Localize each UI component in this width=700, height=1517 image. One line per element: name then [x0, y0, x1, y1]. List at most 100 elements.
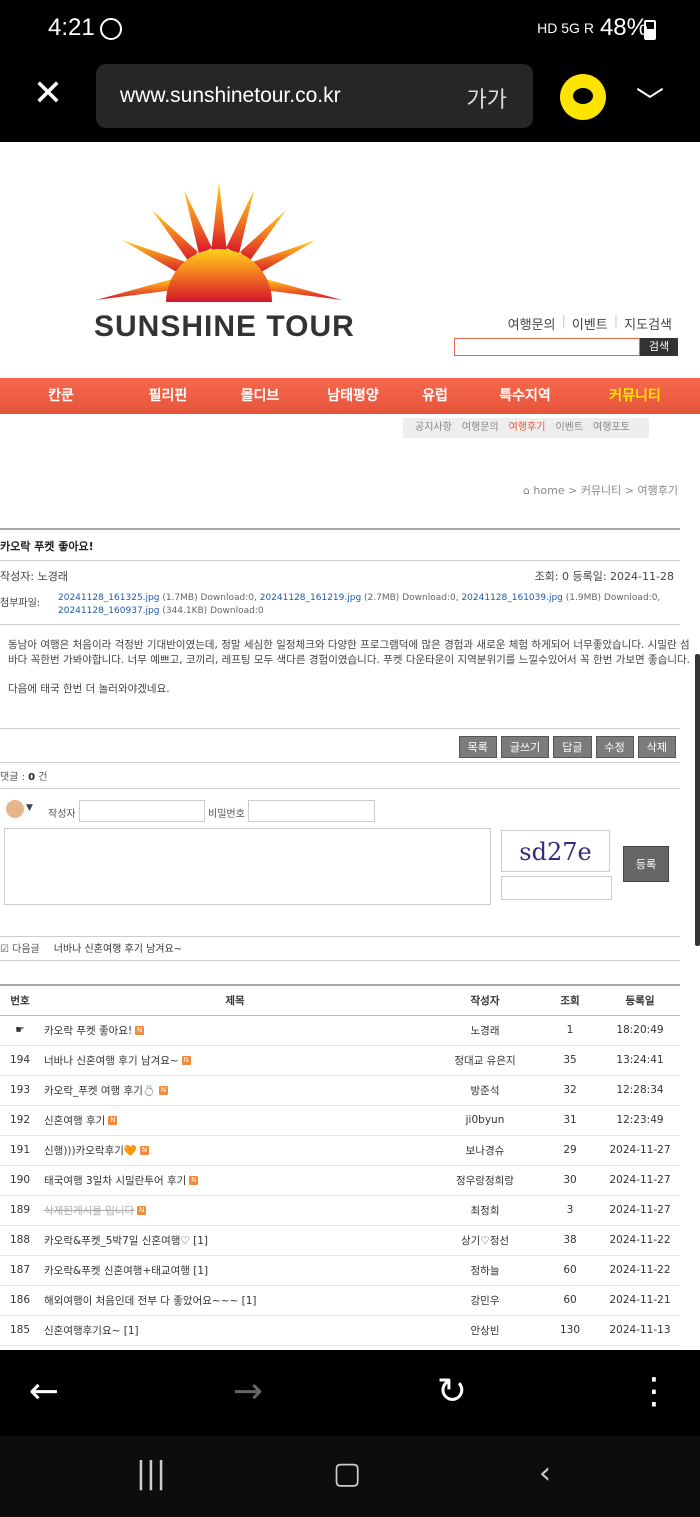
- table-row[interactable]: 186 해외여행이 처음인데 전부 다 좋았어요~~~ [1] 강민우 60 2024-…: [0, 1285, 680, 1316]
- col-date: 등록일: [600, 985, 680, 1016]
- subnav-photo[interactable]: 여행포토: [593, 418, 630, 438]
- table-row[interactable]: 191 신행)))카오락후기🧡 N 보나경슈 29 2024-11-27: [0, 1135, 680, 1166]
- row-title[interactable]: 너바나 신혼여행 후기 남겨요~ N: [40, 1045, 430, 1076]
- row-views: 35: [540, 1045, 600, 1076]
- row-title-text[interactable]: 카오락 푸켓 좋아요!: [44, 1025, 132, 1037]
- row-title[interactable]: 신혼여행 후기 N: [40, 1105, 430, 1136]
- table-row[interactable]: ☛ 카오락 푸켓 좋아요! N 노경래 1 18:20:49: [0, 1015, 680, 1046]
- row-writer: 정하늘: [430, 1255, 540, 1286]
- table-row[interactable]: 193 카오락_푸켓 여행 후기💍 N 방준석 32 12:28:34: [0, 1075, 680, 1106]
- table-row[interactable]: 185 신혼여행후기요~ [1] 안상빈 130 2024-11-13: [0, 1315, 680, 1346]
- comment-password-input[interactable]: [248, 800, 375, 822]
- row-number: 194: [0, 1045, 40, 1076]
- attachment-link[interactable]: 20241128_161219.jpg: [260, 593, 361, 603]
- table-row[interactable]: 189 삭제된게시물 입니다 N 최정희 3 2024-11-27: [0, 1195, 680, 1226]
- attachment-size: (1.7MB): [162, 593, 198, 603]
- captcha-input[interactable]: [501, 876, 612, 900]
- write-button[interactable]: 글쓰기: [500, 736, 550, 758]
- kakao-chat-icon[interactable]: [560, 74, 606, 120]
- row-views: 30: [540, 1165, 600, 1196]
- nav-item-maldives[interactable]: 몰디브: [214, 378, 306, 414]
- row-number: 185: [0, 1315, 40, 1346]
- row-title-text[interactable]: 신혼여행 후기: [44, 1115, 105, 1127]
- edit-button[interactable]: 수정: [595, 736, 634, 758]
- text-size-button[interactable]: 가가: [467, 82, 507, 114]
- nav-item-philippines[interactable]: 필리핀: [122, 378, 214, 414]
- row-title[interactable]: 카오락&푸켓 신혼여행+태교여행 [1]: [40, 1255, 430, 1286]
- attachment-downloads: Download:0: [210, 606, 264, 616]
- row-number: 191: [0, 1135, 40, 1166]
- top-link-map[interactable]: 지도검색: [624, 314, 672, 333]
- row-title-text[interactable]: 카오락&푸켓_5박7일 신혼여행♡ [1]: [44, 1235, 208, 1247]
- subnav-event[interactable]: 이벤트: [555, 418, 583, 438]
- next-post-label-text: 다음글: [12, 944, 40, 955]
- breadcrumb-text: home > 커뮤니티 > 여행후기: [533, 484, 678, 497]
- table-row[interactable]: 187 카오락&푸켓 신혼여행+태교여행 [1] 정하늘 60 2024-11-22: [0, 1255, 680, 1286]
- home-button-icon[interactable]: ▢: [322, 1456, 372, 1491]
- row-title-text[interactable]: 카오락_푸켓 여행 후기💍: [44, 1085, 156, 1097]
- row-title[interactable]: 신행)))카오락후기🧡 N: [40, 1135, 430, 1166]
- attachment-downloads: Download:0,: [402, 593, 459, 603]
- row-title-text[interactable]: 카오락&푸켓 신혼여행+태교여행 [1]: [44, 1265, 208, 1277]
- attachment-link[interactable]: 20241128_160937.jpg: [58, 606, 159, 616]
- address-bar[interactable]: www.sunshinetour.co.kr 가가: [96, 64, 533, 128]
- top-link-inquiry[interactable]: 여행문의: [508, 314, 556, 333]
- scrollbar-thumb[interactable]: [695, 654, 700, 946]
- system-back-icon[interactable]: ‹: [520, 1456, 570, 1491]
- nav-item-special[interactable]: 특수지역: [470, 378, 580, 414]
- subnav-review[interactable]: 여행후기: [509, 418, 546, 438]
- row-title-text[interactable]: 신행)))카오락후기🧡: [44, 1145, 137, 1157]
- row-title-text[interactable]: 너바나 신혼여행 후기 남겨요~: [44, 1055, 179, 1067]
- browser-toolbar: ✕ www.sunshinetour.co.kr 가가 ﹀: [0, 62, 700, 142]
- next-post[interactable]: ☑ 다음글 너바나 신혼여행 후기 남겨요~: [0, 940, 182, 955]
- table-row[interactable]: 188 카오락&푸켓_5박7일 신혼여행♡ [1] 상기♡정선 38 2024-11-2…: [0, 1225, 680, 1256]
- row-title[interactable]: 카오락 푸켓 좋아요! N: [40, 1015, 430, 1046]
- col-writer: 작성자: [430, 985, 540, 1016]
- subnav-inquiry[interactable]: 여행문의: [462, 418, 499, 438]
- attachment-link[interactable]: 20241128_161039.jpg: [461, 593, 562, 603]
- row-title[interactable]: 카오락&푸켓_5박7일 신혼여행♡ [1]: [40, 1225, 430, 1256]
- nav-item-cancun[interactable]: 칸쿤: [0, 378, 122, 414]
- row-title[interactable]: 카오락_푸켓 여행 후기💍 N: [40, 1075, 430, 1106]
- row-title-text[interactable]: 신혼여행후기요~ [1]: [44, 1325, 139, 1337]
- top-link-event[interactable]: 이벤트: [572, 314, 608, 333]
- row-title[interactable]: 삭제된게시물 입니다 N: [40, 1195, 430, 1226]
- nav-item-community[interactable]: 커뮤니티: [580, 378, 690, 414]
- chevron-down-icon[interactable]: ﹀: [636, 80, 664, 120]
- attachment-downloads: Download:0,: [603, 593, 661, 603]
- list-button[interactable]: 목록: [458, 736, 497, 758]
- reply-button[interactable]: 답글: [553, 736, 592, 758]
- row-title[interactable]: 태국여행 3일차 시밀란투어 후기 N: [40, 1165, 430, 1196]
- url-text[interactable]: www.sunshinetour.co.kr: [120, 84, 341, 108]
- refresh-icon[interactable]: ↻: [428, 1372, 476, 1412]
- comment-submit-button[interactable]: 등록: [623, 846, 669, 882]
- subnav-notice[interactable]: 공지사항: [415, 418, 452, 438]
- row-title[interactable]: 해외여행이 처음인데 전부 다 좋았어요~~~ [1]: [40, 1285, 430, 1316]
- nav-item-south-pacific[interactable]: 남태평양: [306, 378, 400, 414]
- nav-item-europe[interactable]: 유럽: [400, 378, 470, 414]
- search-input[interactable]: [454, 338, 640, 356]
- next-post-title[interactable]: 너바나 신혼여행 후기 남겨요~: [54, 940, 182, 955]
- forward-arrow-icon[interactable]: →: [224, 1372, 272, 1412]
- row-date: 12:28:34: [600, 1075, 680, 1106]
- close-icon[interactable]: ✕: [30, 76, 66, 112]
- caret-down-icon[interactable]: ▼: [26, 803, 33, 813]
- table-row[interactable]: 190 태국여행 3일차 시밀란투어 후기 N 정우랑정희랑 30 2024-11-27: [0, 1165, 680, 1196]
- back-arrow-icon[interactable]: ←: [20, 1372, 68, 1412]
- row-title-text[interactable]: 해외여행이 처음인데 전부 다 좋았어요~~~ [1]: [44, 1295, 257, 1307]
- delete-button[interactable]: 삭제: [637, 736, 676, 758]
- row-title-text[interactable]: 삭제된게시물 입니다: [44, 1205, 134, 1217]
- table-row[interactable]: 194 너바나 신혼여행 후기 남겨요~ N 정대교 유은지 35 13:24:41: [0, 1045, 680, 1076]
- row-title[interactable]: 신혼여행후기요~ [1]: [40, 1315, 430, 1346]
- comment-writer-input[interactable]: [79, 800, 205, 822]
- table-row[interactable]: 192 신혼여행 후기 Nji0byun 31 12:23:49: [0, 1105, 680, 1136]
- status-icons: HD 5G R 48%: [537, 14, 648, 42]
- attachment-link[interactable]: 20241128_161325.jpg: [58, 593, 159, 603]
- more-menu-icon[interactable]: ⋮: [630, 1372, 678, 1412]
- recent-apps-icon[interactable]: |||: [126, 1456, 176, 1491]
- avatar[interactable]: [6, 800, 24, 818]
- row-date: 18:20:49: [600, 1015, 680, 1046]
- comment-textarea[interactable]: [4, 828, 491, 905]
- search-button[interactable]: 검색: [640, 338, 678, 356]
- row-title-text[interactable]: 태국여행 3일차 시밀란투어 후기: [44, 1175, 186, 1187]
